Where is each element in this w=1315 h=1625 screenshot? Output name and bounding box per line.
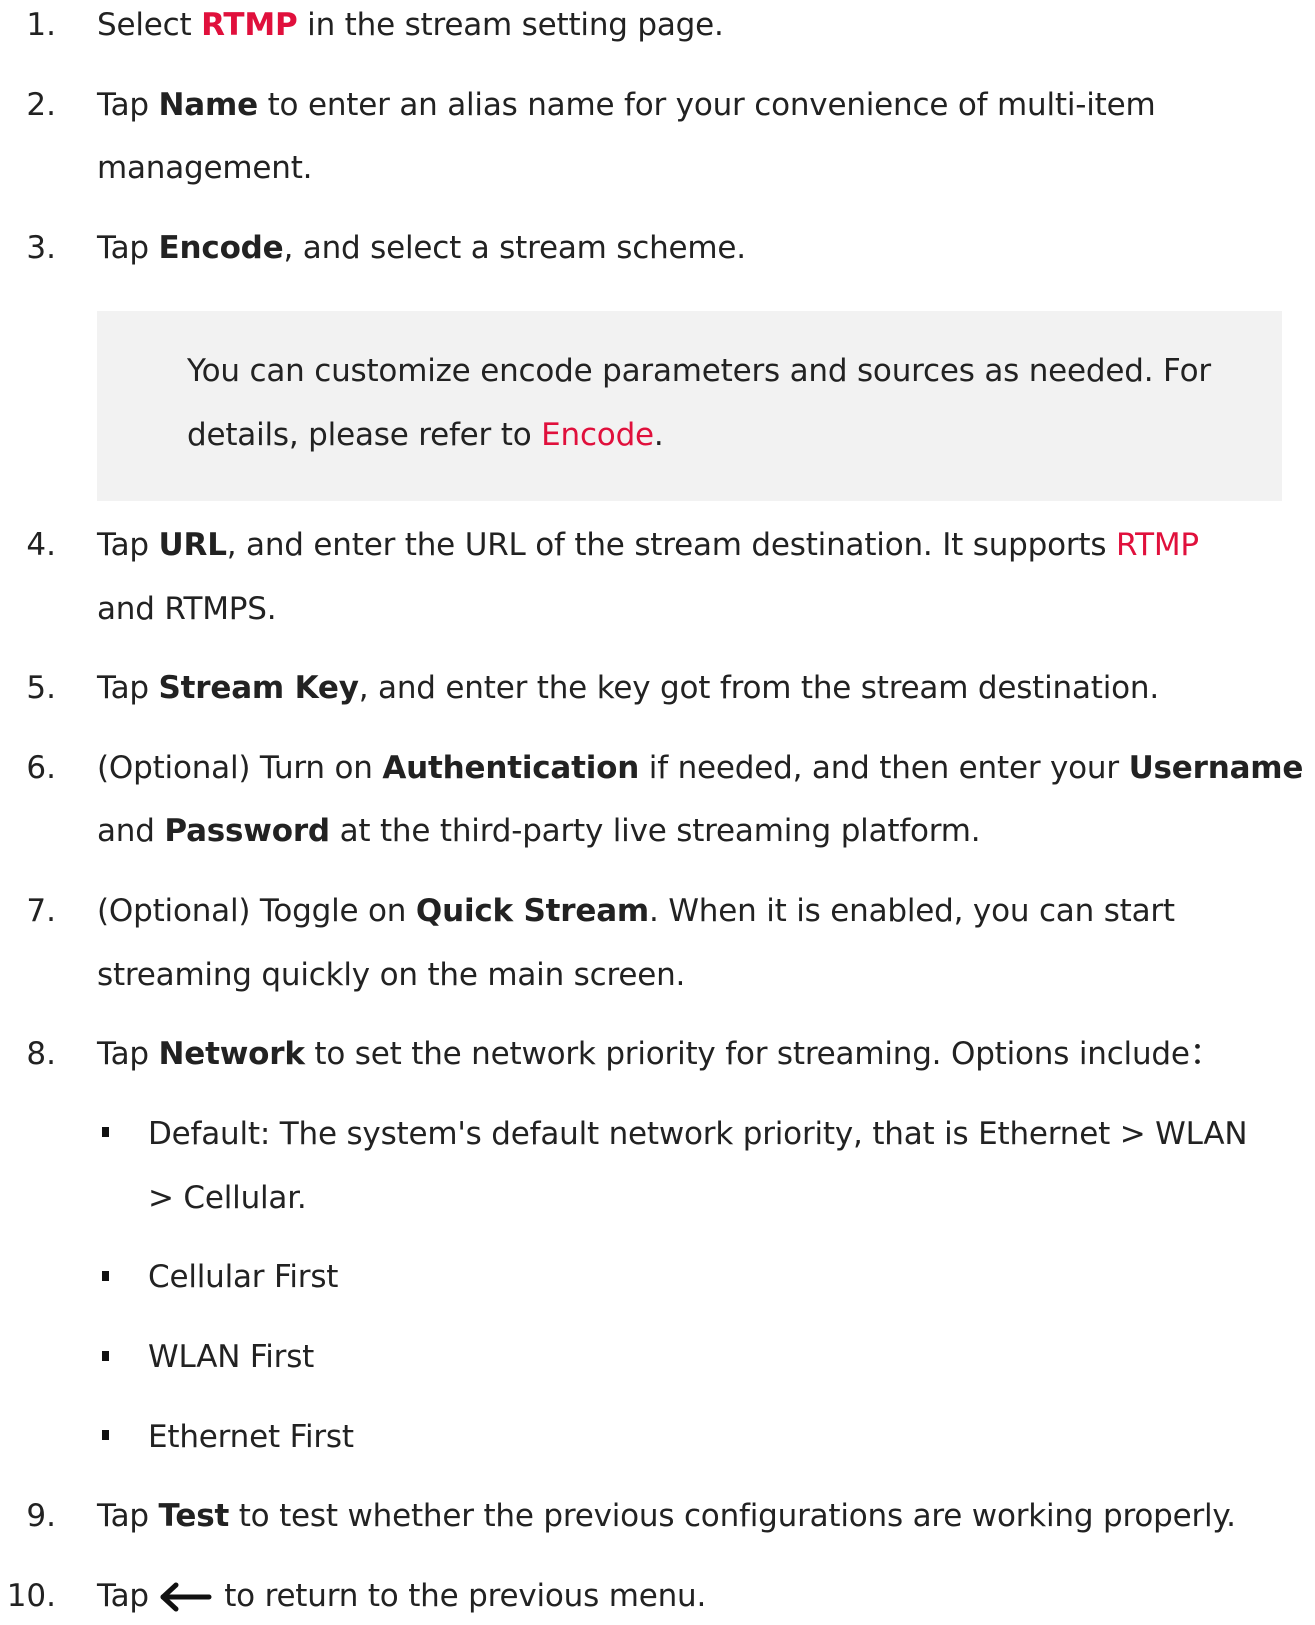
- step-text: to set the network priority for streamin…: [304, 1036, 1221, 1072]
- step-3-text: Tap Encode, and select a stream scheme.: [97, 228, 746, 268]
- step-text: Tap: [97, 1498, 159, 1534]
- stream-key-keyword: Stream Key: [158, 670, 359, 706]
- name-keyword: Name: [158, 87, 259, 123]
- step-number: 10.: [6, 1578, 56, 1614]
- step-text: Tap: [97, 1036, 159, 1072]
- bullet-icon: [102, 1351, 109, 1361]
- bullet-icon: [102, 1271, 109, 1281]
- step-text: and: [97, 813, 165, 849]
- rtmp-keyword: RTMP: [201, 7, 298, 43]
- note-text: details, please refer to: [187, 417, 542, 453]
- step-text: to test whether the previous configurati…: [229, 1498, 1236, 1534]
- option-default-line-2: > Cellular.: [148, 1180, 307, 1216]
- password-keyword: Password: [164, 813, 330, 849]
- note-text: .: [653, 417, 664, 453]
- step-text: to enter an alias name for your convenie…: [257, 87, 1156, 123]
- url-keyword: URL: [158, 527, 227, 563]
- step-10-text: Tap to return to the previous menu.: [97, 1576, 706, 1618]
- step-text: Tap: [97, 87, 159, 123]
- step-text: (Optional) Turn on: [97, 750, 383, 786]
- step-8-text: Tap Network to set the network priority …: [97, 1034, 1221, 1074]
- step-text: Tap: [97, 1578, 159, 1614]
- encode-link[interactable]: Encode: [541, 417, 654, 453]
- step-text: , and enter the URL of the stream destin…: [226, 527, 1116, 563]
- step-7-continuation: streaming quickly on the main screen.: [97, 957, 686, 993]
- step-text: (Optional) Toggle on: [97, 893, 416, 929]
- rtmp-link[interactable]: RTMP: [1116, 527, 1199, 563]
- step-number: 3.: [26, 230, 56, 266]
- step-number: 1.: [26, 7, 56, 43]
- bullet-icon: [102, 1430, 109, 1440]
- option-wlan-first: WLAN First: [148, 1339, 315, 1375]
- quick-stream-keyword: Quick Stream: [415, 893, 650, 929]
- step-number: 2.: [26, 87, 56, 123]
- step-text: in the stream setting page.: [297, 7, 724, 43]
- step-6-text: (Optional) Turn on Authentication if nee…: [97, 748, 1303, 788]
- step-1-text: Select RTMP in the stream setting page.: [97, 5, 724, 45]
- step-4-text: Tap URL, and enter the URL of the stream…: [97, 525, 1199, 565]
- step-number: 4.: [26, 527, 56, 563]
- step-7-text: (Optional) Toggle on Quick Stream. When …: [97, 891, 1175, 931]
- username-keyword: Username: [1128, 750, 1304, 786]
- step-2-continuation: management.: [97, 150, 313, 186]
- step-text: Select: [97, 7, 202, 43]
- step-text: Tap: [97, 670, 159, 706]
- step-number: 8.: [26, 1036, 56, 1072]
- step-number: 5.: [26, 670, 56, 706]
- step-text: at the third-party live streaming platfo…: [329, 813, 981, 849]
- step-text: , and select a stream scheme.: [283, 230, 746, 266]
- arrow-left-icon: [159, 1578, 215, 1618]
- step-number: 7.: [26, 893, 56, 929]
- bullet-icon: [102, 1127, 109, 1137]
- step-number: 6.: [26, 750, 56, 786]
- step-5-text: Tap Stream Key, and enter the key got fr…: [97, 668, 1159, 708]
- step-6-continuation: and Password at the third-party live str…: [97, 811, 981, 851]
- note-line-2: details, please refer to Encode.: [187, 415, 664, 455]
- step-2-text: Tap Name to enter an alias name for your…: [97, 85, 1156, 125]
- step-text: . When it is enabled, you can start: [649, 893, 1175, 929]
- step-text: , and enter the key got from the stream …: [358, 670, 1160, 706]
- authentication-keyword: Authentication: [382, 750, 640, 786]
- encode-keyword: Encode: [158, 230, 284, 266]
- option-default-line-1: Default: The system's default network pr…: [148, 1116, 1248, 1152]
- instruction-document: 1. Select RTMP in the stream setting pag…: [0, 0, 1315, 1625]
- step-text: Tap: [97, 527, 159, 563]
- test-keyword: Test: [158, 1498, 230, 1534]
- step-number: 9.: [26, 1498, 56, 1534]
- note-line-1: You can customize encode parameters and …: [187, 353, 1211, 389]
- step-4-continuation: and RTMPS.: [97, 591, 277, 627]
- option-ethernet-first: Ethernet First: [148, 1419, 354, 1455]
- step-text: if needed, and then enter your: [639, 750, 1129, 786]
- step-9-text: Tap Test to test whether the previous co…: [97, 1496, 1236, 1536]
- network-keyword: Network: [158, 1036, 305, 1072]
- step-text: to return to the previous menu.: [214, 1578, 707, 1614]
- option-cellular-first: Cellular First: [148, 1259, 339, 1295]
- note-box: [97, 311, 1282, 501]
- step-text: Tap: [97, 230, 159, 266]
